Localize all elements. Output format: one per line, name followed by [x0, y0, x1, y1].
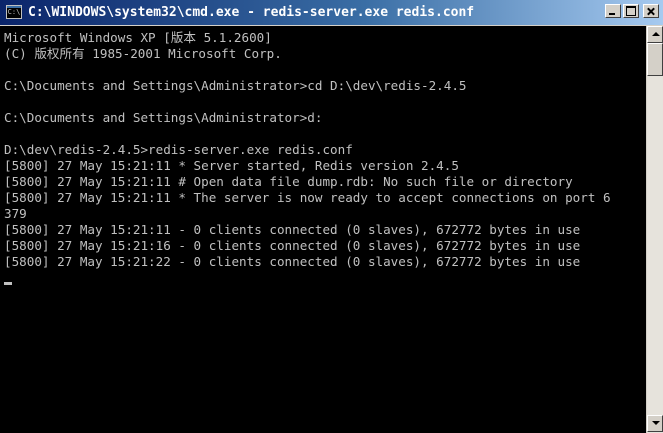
console-line: Microsoft Windows XP [版本 5.1.2600]: [4, 30, 272, 45]
window-title: C:\WINDOWS\system32\cmd.exe - redis-serv…: [28, 5, 475, 20]
console-line: D:\dev\redis-2.4.5>redis-server.exe redi…: [4, 142, 353, 157]
console-line: [5800] 27 May 15:21:11 * Server started,…: [4, 158, 459, 173]
console-line: [5800] 27 May 15:21:11 # Open data file …: [4, 174, 573, 189]
console-line: [5800] 27 May 15:21:11 - 0 clients conne…: [4, 222, 581, 237]
title-bar[interactable]: C:\ C:\WINDOWS\system32\cmd.exe - redis-…: [0, 0, 663, 26]
console-line: [5800] 27 May 15:21:16 - 0 clients conne…: [4, 238, 581, 253]
cmd-window: C:\ C:\WINDOWS\system32\cmd.exe - redis-…: [0, 0, 663, 433]
console-line: 379: [4, 206, 27, 221]
console-line: [5800] 27 May 15:21:22 - 0 clients conne…: [4, 254, 581, 269]
vertical-scrollbar[interactable]: [646, 26, 663, 433]
console-line: C:\Documents and Settings\Administrator>…: [4, 110, 323, 125]
maximize-icon[interactable]: [623, 4, 639, 18]
text-cursor: [4, 282, 12, 285]
console-output[interactable]: Microsoft Windows XP [版本 5.1.2600] (C) 版…: [4, 30, 645, 429]
scrollbar-thumb[interactable]: [647, 43, 663, 76]
console-line: [5800] 27 May 15:21:11 * The server is n…: [4, 190, 611, 205]
cmd-icon[interactable]: C:\: [6, 5, 22, 19]
scroll-down-icon[interactable]: [647, 415, 663, 432]
console-line: (C) 版权所有 1985-2001 Microsoft Corp.: [4, 46, 282, 61]
minimize-icon[interactable]: [605, 4, 621, 18]
console-line: C:\Documents and Settings\Administrator>…: [4, 78, 467, 93]
scroll-up-icon[interactable]: [647, 26, 663, 43]
close-icon[interactable]: [643, 4, 659, 18]
